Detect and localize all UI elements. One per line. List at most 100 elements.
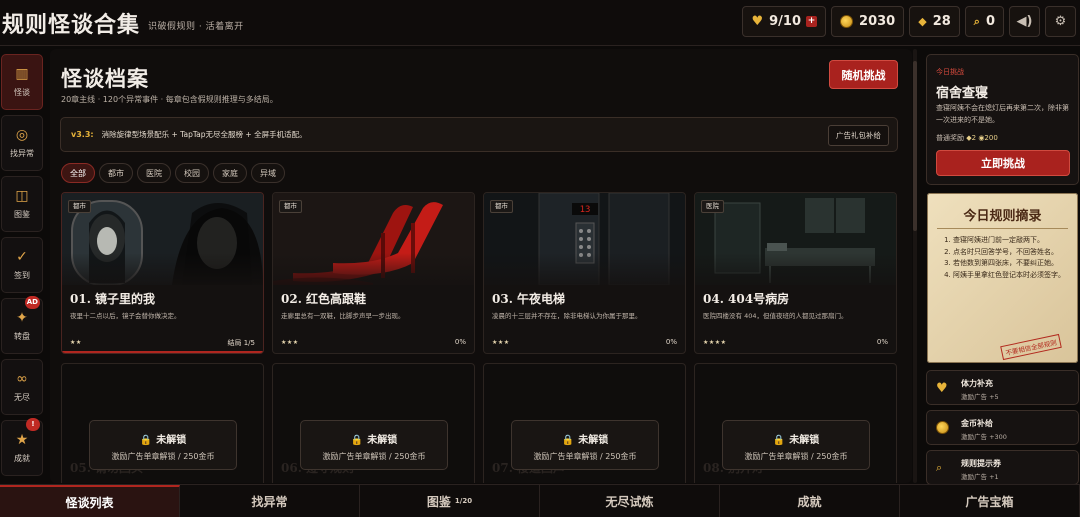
lock-title: 未解锁 (789, 435, 820, 446)
unlock-box[interactable]: 🔒 未解锁 激励广告单章解锁 / 250金币 (89, 420, 237, 470)
filter-exotic[interactable]: 异域 (251, 163, 285, 183)
rule-item: 查寝阿姨进门前一定敲两下。 (953, 235, 1071, 247)
rules-list: 查寝阿姨进门前一定敲两下。 点名时只回答学号，不回答姓名。 若他数到第四张床，不… (953, 235, 1071, 281)
tab-find-anomaly[interactable]: 找异常 (180, 485, 360, 517)
card-category-tag: 都市 (68, 200, 91, 213)
tab-story-list[interactable]: 怪谈列表 (0, 485, 180, 517)
card-description: 夜里十二点以后，镜子会替你做决定。 (70, 312, 181, 320)
lock-icon: 🔒 (561, 435, 575, 446)
random-challenge-button[interactable]: 随机挑战 (829, 60, 898, 89)
alert-badge: ! (26, 418, 40, 431)
category-filters: 全部 都市 医院 校园 家庭 异域 (61, 163, 285, 183)
keys-counter[interactable]: ⌕ 0 (964, 6, 1004, 37)
rule-item: 点名时只回答学号，不回答姓名。 (953, 247, 1071, 259)
story-card[interactable]: 都市 01. 镜子里的我 夜里十二点以后，镜子会替你做决定。 ★★ 结局 1/5 (61, 192, 264, 354)
notice-text: 消除旋律型场景配乐 + TapTap无尽全服榜 + 全屏手机适配。 (101, 130, 307, 139)
daily-challenge-card: 今日挑战 宿舍查寝 查寝阿姨不会在熄灯后再来第二次，除非第一次进来的不是她。 普… (926, 54, 1079, 185)
card-category-tag: 都市 (490, 200, 513, 213)
tab-count: 1/20 (454, 497, 473, 505)
nav-item-stories[interactable]: ▥ 怪谈 (1, 54, 43, 110)
locked-story-card[interactable]: 08. 别开灯 🔒未解锁 激励广告单章解锁 / 250金币 (694, 363, 897, 483)
card-title: 04. 404号病房 (703, 292, 790, 306)
filter-home[interactable]: 家庭 (213, 163, 247, 183)
card-category-tag: 都市 (279, 200, 302, 213)
star-icon: ★ (15, 432, 29, 448)
key-icon: ⌕ (936, 461, 943, 474)
filter-hospital[interactable]: 医院 (137, 163, 171, 183)
tab-achievements[interactable]: 成就 (720, 485, 900, 517)
update-notice: v3.3: 消除旋律型场景配乐 + TapTap无尽全服榜 + 全屏手机适配。 … (60, 117, 898, 152)
page-title: 怪谈档案 (61, 66, 149, 91)
nav-item-find-anomaly[interactable]: ◎ 找异常 (1, 115, 43, 171)
unlock-box[interactable]: 🔒 未解锁 激励广告单章解锁 / 250金币 (300, 420, 448, 470)
story-card[interactable]: 医院 04. 404号病房 医院四楼没有 404，但值夜班的人都见过那扇门。 ★… (694, 192, 897, 354)
card-category-tag: 医院 (701, 200, 724, 213)
filter-city[interactable]: 都市 (99, 163, 133, 183)
card-description: 医院四楼没有 404，但值夜班的人都见过那扇门。 (703, 312, 848, 320)
locked-story-card[interactable]: 07. 楼道回声 🔒未解锁 激励广告单章解锁 / 250金币 (483, 363, 686, 483)
lock-icon: 🔒 (139, 435, 153, 446)
ad-gift-button[interactable]: 广告礼包补给 (828, 125, 889, 146)
main-panel: 怪谈档案 20章主线 · 120个异常事件 · 每章包含假规则推理与多结局。 随… (50, 49, 912, 483)
bonus-subtitle: 激励广告 +1 (961, 473, 999, 481)
unlock-box[interactable]: 🔒 未解锁 激励广告单章解锁 / 250金币 (722, 420, 870, 470)
tab-ad-chest[interactable]: 广告宝箱 (900, 485, 1080, 517)
heart-icon: ♥ (936, 381, 948, 396)
daily-title: 宿舍查寝 (936, 86, 989, 101)
svg-text:13: 13 (580, 205, 591, 215)
infinity-icon: ∞ (16, 371, 28, 387)
nav-label: 成就 (14, 454, 30, 463)
nav-label: 签到 (14, 271, 30, 280)
bonus-hint[interactable]: ⌕ 规则提示券 激励广告 +1 (926, 450, 1079, 485)
filter-all[interactable]: 全部 (61, 163, 95, 183)
bonus-stamina[interactable]: ♥ 体力补充 激励广告 +5 (926, 370, 1079, 405)
gem-icon: ◆ (918, 15, 927, 28)
card-shade (62, 253, 263, 293)
nav-label: 找异常 (10, 149, 34, 158)
scrollbar-thumb[interactable] (913, 61, 917, 231)
gems-counter[interactable]: ◆ 28 (909, 6, 960, 37)
coins-value: 2030 (859, 14, 896, 29)
main-scrollbar[interactable] (913, 49, 917, 483)
nav-label: 图鉴 (14, 210, 30, 219)
add-hearts-button[interactable]: + (806, 16, 818, 27)
settings-button[interactable]: ⚙ (1045, 6, 1076, 37)
tab-endless-trial[interactable]: 无尽试炼 (540, 485, 720, 517)
nav-item-album[interactable]: ◫ 图鉴 (1, 176, 43, 232)
start-challenge-button[interactable]: 立即挑战 (936, 150, 1070, 176)
tab-label: 广告宝箱 (965, 494, 1014, 509)
tab-label: 图鉴 (426, 494, 451, 509)
difficulty-stars: ★★★ (281, 339, 299, 346)
nav-item-achievements[interactable]: ! ★ 成就 (1, 418, 43, 476)
gear-icon: ⚙ (1054, 14, 1067, 29)
coin-icon (840, 15, 854, 28)
bonus-subtitle: 激励广告 +5 (961, 393, 999, 401)
target-icon: ◎ (15, 127, 29, 143)
warning-stamp: 不要相信全部规则 (1000, 333, 1062, 361)
hearts-counter[interactable]: ♥ 9/10 + (742, 6, 827, 37)
tab-album[interactable]: 图鉴 1/20 (360, 485, 540, 517)
tab-label: 怪谈列表 (65, 495, 114, 510)
daily-reward: 普通奖励 ◆2 ◉200 (936, 133, 998, 143)
story-card[interactable]: 都市 02. 红色高跟鞋 走廊里总有一双鞋，比脚步声早一步出现。 ★★★ 0% (272, 192, 475, 354)
bonus-coins[interactable]: 金币补给 激励广告 +300 (926, 410, 1079, 445)
sound-button[interactable]: ◀) (1009, 6, 1040, 37)
unlock-box[interactable]: 🔒 未解锁 激励广告单章解锁 / 250金币 (511, 420, 659, 470)
locked-story-card[interactable]: 05. 请勿回头 🔒未解锁 激励广告单章解锁 / 250金币 (61, 363, 264, 483)
locked-story-card[interactable]: 06. 遵守规则 🔒未解锁 激励广告单章解锁 / 250金币 (272, 363, 475, 483)
wheel-icon: ✦ (16, 310, 28, 326)
unlock-hint: 激励广告单章解锁 / 250金币 (744, 452, 848, 461)
nav-item-wheel[interactable]: AD ✦ 转盘 (1, 296, 43, 354)
rules-title: 今日规则摘录 (963, 209, 1042, 224)
nav-item-checkin[interactable]: ✓ 签到 (1, 237, 43, 293)
nav-item-endless[interactable]: ∞ 无尽 (1, 359, 43, 415)
story-card[interactable]: 13 都市 03. 午夜电梯 凌晨的十三层并不存在，除非电梯认为你属于那里。 ★… (483, 192, 686, 354)
app-title: 规则怪谈合集 (2, 11, 141, 38)
lock-title: 未解锁 (367, 435, 398, 446)
coins-counter[interactable]: 2030 (831, 6, 905, 37)
hearts-value: 9/10 (769, 14, 802, 29)
gems-value: 28 (932, 14, 951, 29)
daily-description: 查寝阿姨不会在熄灯后再来第二次，除非第一次进来的不是她。 (936, 104, 1069, 124)
difficulty-stars: ★★ (70, 339, 82, 346)
filter-campus[interactable]: 校园 (175, 163, 209, 183)
